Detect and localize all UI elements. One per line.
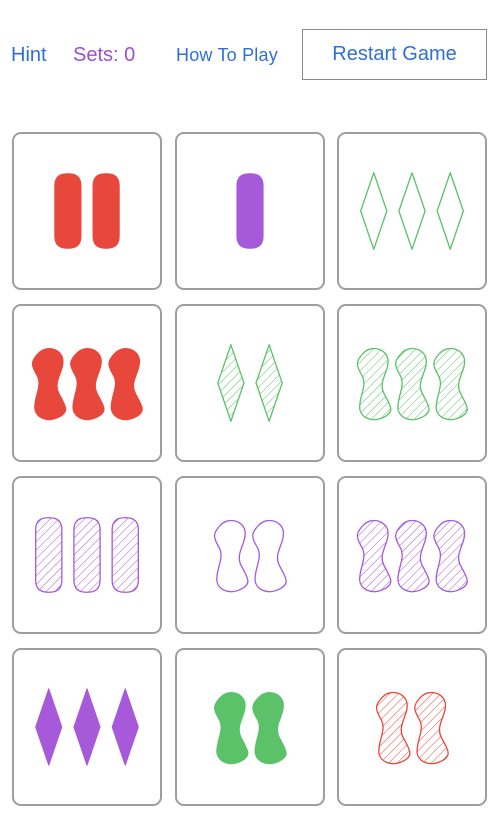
card[interactable] xyxy=(12,132,162,290)
diamond-symbol xyxy=(111,688,139,766)
card[interactable] xyxy=(337,132,487,290)
squiggle-symbol xyxy=(70,348,105,421)
sets-counter: Sets: 0 xyxy=(73,44,136,66)
oval-symbol xyxy=(54,173,82,249)
card[interactable] xyxy=(337,304,487,462)
squiggle-symbol xyxy=(108,348,143,421)
oval-symbol xyxy=(236,173,264,249)
squiggle-symbol xyxy=(394,519,430,593)
squiggle-symbol xyxy=(433,347,468,421)
oval-symbol xyxy=(73,517,101,593)
squiggle-symbol xyxy=(31,348,67,421)
card[interactable] xyxy=(337,476,487,634)
how-to-play-button[interactable]: How To Play xyxy=(176,45,278,66)
squiggle-symbol xyxy=(375,691,411,765)
restart-game-button[interactable]: Restart Game xyxy=(302,29,487,80)
top-toolbar: Hint Sets: 0 How To Play Restart Game xyxy=(0,0,500,110)
diamond-symbol xyxy=(255,344,283,422)
diamond-symbol xyxy=(217,344,245,422)
card[interactable] xyxy=(12,476,162,634)
squiggle-symbol xyxy=(356,519,392,593)
squiggle-symbol xyxy=(356,347,392,421)
squiggle-symbol xyxy=(433,519,468,593)
oval-symbol xyxy=(111,517,139,593)
squiggle-symbol xyxy=(394,347,430,421)
squiggle-symbol xyxy=(414,691,449,765)
card[interactable] xyxy=(12,648,162,806)
diamond-symbol xyxy=(73,688,101,766)
squiggle-symbol xyxy=(213,519,249,593)
card[interactable] xyxy=(175,648,325,806)
card[interactable] xyxy=(337,648,487,806)
card-grid xyxy=(0,0,500,817)
diamond-symbol xyxy=(35,688,63,766)
diamond-symbol xyxy=(398,172,426,250)
card[interactable] xyxy=(175,132,325,290)
card[interactable] xyxy=(175,476,325,634)
oval-symbol xyxy=(92,173,120,249)
card[interactable] xyxy=(12,304,162,462)
hint-button[interactable]: Hint xyxy=(11,44,47,67)
oval-symbol xyxy=(35,517,63,593)
squiggle-symbol xyxy=(214,692,249,765)
diamond-symbol xyxy=(436,172,464,250)
diamond-symbol xyxy=(360,172,388,250)
squiggle-symbol xyxy=(252,519,287,593)
squiggle-symbol xyxy=(252,692,287,765)
card[interactable] xyxy=(175,304,325,462)
